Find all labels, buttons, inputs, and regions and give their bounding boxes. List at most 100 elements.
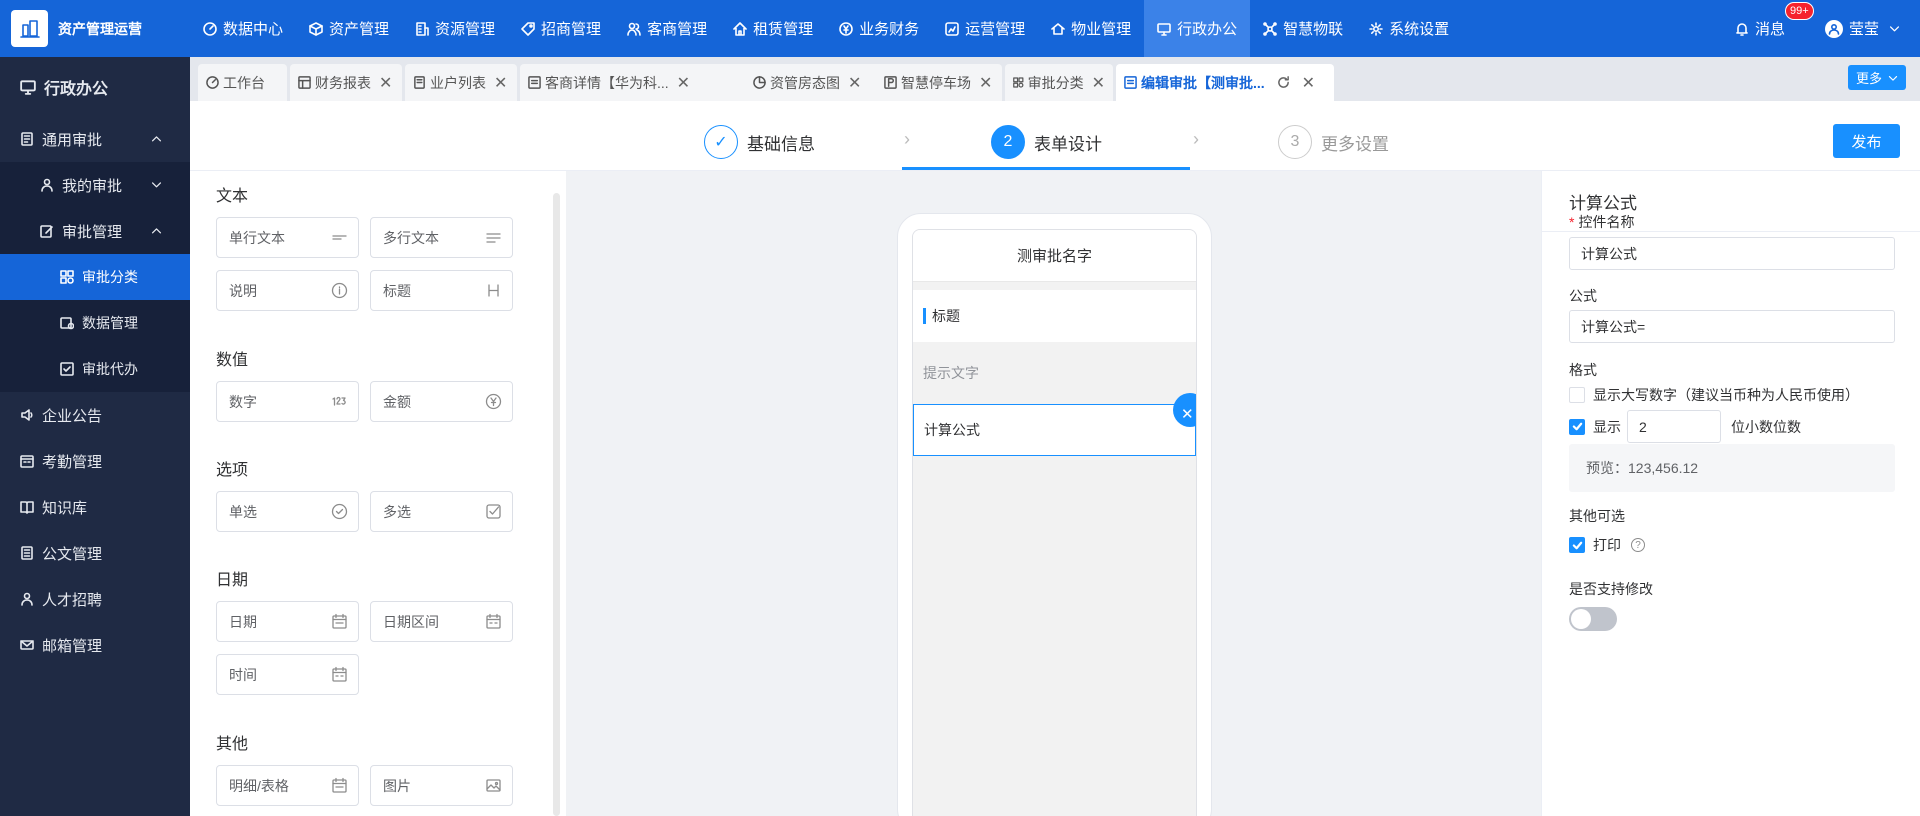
close-icon[interactable]: ✕ xyxy=(1302,73,1315,93)
tab-room-status[interactable]: 资管房态图 ✕ xyxy=(745,64,873,101)
close-icon[interactable]: ✕ xyxy=(677,73,690,93)
sidebar-item-approval-category[interactable]: 审批分类 xyxy=(0,254,190,300)
controls-scrollbar[interactable] xyxy=(553,193,560,816)
nav-admin-office[interactable]: 行政办公 xyxy=(1144,0,1251,57)
close-icon[interactable]: ✕ xyxy=(1092,73,1105,93)
chevron-down-icon xyxy=(1888,75,1898,81)
control-heading[interactable]: 标题 xyxy=(370,270,513,311)
document-icon xyxy=(21,132,33,146)
decimals-checkbox[interactable] xyxy=(1569,418,1585,435)
control-single-select[interactable]: 单选 xyxy=(216,491,359,532)
more-tabs-button[interactable]: 更多 xyxy=(1848,65,1906,90)
nav-system-settings[interactable]: 系统设置 xyxy=(1356,0,1462,57)
print-option[interactable]: 打印 ? xyxy=(1569,535,1645,555)
control-name-input[interactable]: 计算公式 xyxy=(1569,237,1895,270)
control-date-range[interactable]: 日期区间 xyxy=(370,601,513,642)
user-menu[interactable]: 莹莹 xyxy=(1824,18,1900,39)
tab-parking[interactable]: 智慧停车场 ✕ xyxy=(876,64,1002,101)
table-icon xyxy=(332,777,347,793)
info-icon xyxy=(331,282,348,299)
control-time[interactable]: 时间 xyxy=(216,654,359,695)
editable-label: 是否支持修改 xyxy=(1569,581,1653,597)
bell-icon xyxy=(1736,22,1748,36)
approval-submenu: 我的审批 审批管理 审批分类 数据管理 审批代办 xyxy=(0,162,190,392)
sidebar-item-data-mgmt[interactable]: 数据管理 xyxy=(0,300,190,346)
form-field-hint[interactable]: 提示文字 xyxy=(913,342,1196,404)
check-icon: ✓ xyxy=(704,125,738,159)
sidebar-item-documents[interactable]: 公文管理 xyxy=(0,530,190,576)
sidebar-item-knowledge[interactable]: 知识库 xyxy=(0,484,190,530)
decimals-option[interactable]: 显示 2 位小数位数 xyxy=(1569,410,1801,443)
sidebar-item-attendance[interactable]: 考勤管理 xyxy=(0,438,190,484)
decimals-input[interactable]: 2 xyxy=(1627,410,1721,443)
close-icon[interactable]: ✕ xyxy=(848,73,861,93)
control-description[interactable]: 说明 xyxy=(216,270,359,311)
nav-merchant[interactable]: 客商管理 xyxy=(614,0,720,57)
delete-field-button[interactable]: ✕ xyxy=(1173,393,1196,427)
database-icon xyxy=(60,317,74,330)
nav-asset[interactable]: 资产管理 xyxy=(296,0,402,57)
uppercase-option[interactable]: 显示大写数字（建议当币种为人民币使用） xyxy=(1569,385,1859,405)
form-field-heading[interactable]: 标题 xyxy=(913,290,1196,342)
pie-icon xyxy=(753,76,766,89)
help-icon[interactable]: ? xyxy=(1631,538,1645,552)
editable-switch[interactable] xyxy=(1569,607,1617,631)
control-amount[interactable]: 金额 xyxy=(370,381,513,422)
control-single-text[interactable]: 单行文本 xyxy=(216,217,359,258)
messages-button[interactable]: 消息 99+ xyxy=(1735,2,1814,39)
form-name: 测审批名字 xyxy=(913,230,1196,282)
sidebar-item-approval-mgmt[interactable]: 审批管理 xyxy=(0,208,190,254)
sidebar-item-mailbox[interactable]: 邮箱管理 xyxy=(0,622,190,668)
speaker-icon xyxy=(21,409,33,421)
control-multi-text[interactable]: 多行文本 xyxy=(370,217,513,258)
publish-button[interactable]: 发布 xyxy=(1833,124,1900,158)
uppercase-checkbox[interactable] xyxy=(1569,387,1585,403)
sidebar-item-approval[interactable]: 通用审批 xyxy=(0,116,190,162)
tab-approval-category[interactable]: 审批分类 ✕ xyxy=(1005,64,1113,101)
top-bar: 资产管理运营 数据中心 资产管理 资源管理 招商管理 客商管理 租赁管理 业务财… xyxy=(0,0,1920,57)
house-icon xyxy=(1051,22,1065,35)
nav-investment[interactable]: 招商管理 xyxy=(508,0,614,57)
radio-check-icon xyxy=(331,503,348,520)
print-checkbox[interactable] xyxy=(1569,537,1585,553)
group-title-text: 文本 xyxy=(216,188,249,205)
tab-tenant-list[interactable]: 业户列表 ✕ xyxy=(405,64,517,101)
nav-iot[interactable]: 智慧物联 xyxy=(1250,0,1356,57)
group-title-option: 选项 xyxy=(216,462,249,479)
control-image[interactable]: 图片 xyxy=(370,765,513,806)
close-icon[interactable]: ✕ xyxy=(979,73,992,93)
tab-edit-approval[interactable]: 编辑审批【测审批... ✕ xyxy=(1116,64,1334,101)
control-number[interactable]: 数字 xyxy=(216,381,359,422)
control-detail-table[interactable]: 明细/表格 xyxy=(216,765,359,806)
chart-icon xyxy=(945,21,959,36)
form-field-formula[interactable]: 计算公式 ✕ xyxy=(913,393,1196,456)
step-form-design[interactable]: 2 表单设计 xyxy=(991,125,1102,159)
control-multi-select[interactable]: 多选 xyxy=(370,491,513,532)
network-icon xyxy=(1263,21,1277,36)
control-date[interactable]: 日期 xyxy=(216,601,359,642)
sidebar-item-recruiting[interactable]: 人才招聘 xyxy=(0,576,190,622)
nav-lease[interactable]: 租赁管理 xyxy=(720,0,826,57)
monitor-icon xyxy=(20,79,36,95)
formula-input[interactable]: 计算公式= xyxy=(1569,310,1895,343)
step-basic-info[interactable]: ✓ 基础信息 xyxy=(704,125,815,159)
nav-data-center[interactable]: 数据中心 xyxy=(190,0,296,57)
nav-property[interactable]: 物业管理 xyxy=(1038,0,1144,57)
nav-operation[interactable]: 运营管理 xyxy=(932,0,1038,57)
close-icon[interactable]: ✕ xyxy=(494,73,507,93)
sidebar-item-my-approval[interactable]: 我的审批 xyxy=(0,162,190,208)
nav-resource[interactable]: 资源管理 xyxy=(402,0,508,57)
nav-finance[interactable]: 业务财务 xyxy=(826,0,932,57)
tab-financial-report[interactable]: 财务报表 ✕ xyxy=(290,64,402,101)
top-right: 消息 99+ 莹莹 xyxy=(1735,0,1920,57)
sidebar-item-approval-proxy[interactable]: 审批代办 xyxy=(0,346,190,392)
brand[interactable]: 资产管理运营 xyxy=(0,0,190,57)
step-more-settings[interactable]: 3 更多设置 xyxy=(1278,125,1389,159)
sidebar-item-announcements[interactable]: 企业公告 xyxy=(0,392,190,438)
building-icon xyxy=(416,21,429,36)
group-title-number: 数值 xyxy=(216,352,249,369)
gear-icon xyxy=(1369,21,1383,36)
refresh-icon[interactable] xyxy=(1277,76,1290,89)
close-icon[interactable]: ✕ xyxy=(379,73,392,93)
tab-workbench[interactable]: 工作台 xyxy=(198,64,287,101)
